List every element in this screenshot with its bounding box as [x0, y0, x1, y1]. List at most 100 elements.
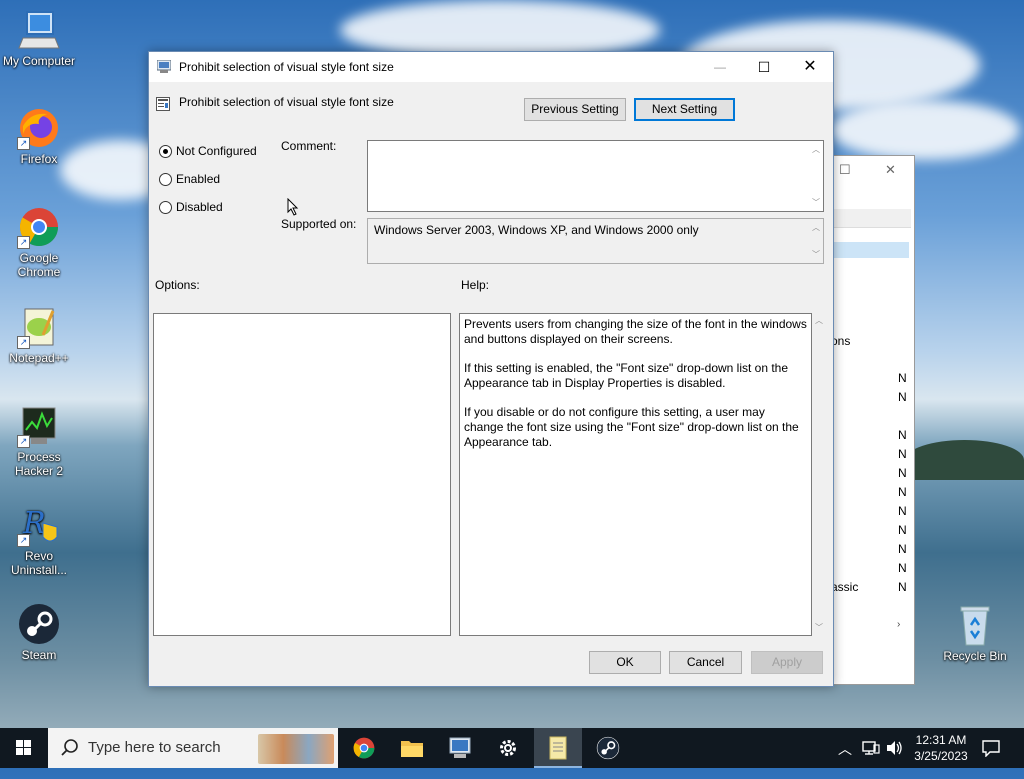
desktop-icon-google-chrome[interactable]: ↗ Google Chrome — [1, 205, 77, 279]
taskbar-app-chrome[interactable] — [340, 728, 388, 768]
help-scroll-up-icon[interactable]: ︿ — [815, 315, 823, 326]
steam-icon — [17, 602, 61, 646]
search-highlight-image — [258, 734, 334, 764]
ok-button[interactable]: OK — [589, 651, 661, 674]
taskbar-search-box[interactable]: Type here to search — [48, 728, 338, 768]
help-label: Help: — [461, 278, 490, 292]
supported-on-field: Windows Server 2003, Windows XP, and Win… — [367, 218, 824, 264]
taskbar-clock[interactable]: 12:31 AM 3/25/2023 — [908, 732, 974, 764]
file-explorer-icon — [401, 741, 423, 757]
taskbar-app-file-explorer[interactable] — [388, 728, 436, 768]
background-list-value: N — [898, 580, 907, 594]
background-window[interactable]: ☐ ✕ ons assic N N N N N N N N N N N › — [820, 155, 915, 685]
help-paragraph: Prevents users from changing the size of… — [464, 317, 807, 346]
scroll-up-icon[interactable]: ︿ — [811, 144, 821, 155]
taskbar-app-settings[interactable] — [484, 728, 532, 768]
supported-on-value: Windows Server 2003, Windows XP, and Win… — [374, 223, 699, 237]
wallpaper-island — [905, 440, 1024, 480]
desktop-icon-notepadpp[interactable]: ↗ Notepad++ — [1, 305, 77, 365]
taskbar: Type here to search ︿ 12:31 AM 3/25/2023 — [0, 728, 1024, 768]
desktop-icon-label: Revo Uninstall... — [10, 549, 68, 577]
radio-indicator — [159, 201, 172, 214]
windows-logo-icon — [16, 740, 31, 755]
desktop-icon-label: Steam — [21, 648, 57, 662]
radio-selected-indicator — [159, 145, 172, 158]
desktop-icon-process-hacker[interactable]: ↗ Process Hacker 2 — [1, 404, 77, 478]
notepadpp-icon: ↗ — [17, 305, 61, 349]
previous-setting-button[interactable]: Previous Setting — [524, 98, 626, 121]
desktop-icon-recycle-bin[interactable]: Recycle Bin — [937, 603, 1013, 663]
options-panel[interactable] — [153, 313, 451, 636]
background-list-value: N — [898, 371, 907, 385]
policy-icon — [156, 59, 172, 73]
radio-label: Disabled — [176, 200, 223, 214]
next-setting-button[interactable]: Next Setting — [634, 98, 735, 121]
start-button[interactable] — [0, 728, 48, 768]
close-icon[interactable]: ✕ — [885, 162, 896, 178]
comment-textarea[interactable]: ︿ ﹀ — [367, 140, 824, 212]
setting-icon — [156, 97, 170, 111]
shortcut-arrow-icon: ↗ — [17, 236, 30, 249]
background-list-value: N — [898, 447, 907, 461]
background-list-value: N — [898, 504, 907, 518]
shortcut-arrow-icon: ↗ — [17, 336, 30, 349]
search-placeholder: Type here to search — [88, 739, 221, 756]
scroll-down-icon[interactable]: ﹀ — [811, 197, 821, 208]
desktop-icon-my-computer[interactable]: My Computer — [1, 8, 77, 68]
chrome-icon: ↗ — [17, 205, 61, 249]
radio-label: Not Configured — [176, 144, 257, 158]
desktop-icon-revo-uninstaller[interactable]: R ↗ Revo Uninstall... — [1, 503, 77, 577]
group-policy-icon — [449, 737, 471, 758]
maximize-icon[interactable]: ☐ — [839, 162, 851, 178]
notification-center-icon[interactable] — [982, 739, 1000, 757]
background-list-value: N — [898, 428, 907, 442]
horizontal-scroll-right-icon[interactable]: › — [897, 619, 900, 630]
volume-icon[interactable] — [885, 740, 903, 756]
search-icon — [61, 739, 78, 756]
help-paragraph: If you disable or do not configure this … — [464, 405, 799, 449]
help-paragraph: If this setting is enabled, the "Font si… — [464, 361, 789, 390]
background-list-value: N — [898, 523, 907, 537]
desktop-icon-steam[interactable]: Steam — [1, 602, 77, 662]
shortcut-arrow-icon: ↗ — [17, 137, 30, 150]
help-scroll-down-icon[interactable]: ﹀ — [815, 622, 823, 633]
supported-on-label: Supported on: — [281, 217, 357, 231]
radio-indicator — [159, 173, 172, 186]
desktop-icon-label: Notepad++ — [9, 351, 69, 365]
notepad-icon — [549, 736, 567, 760]
help-panel[interactable]: Prevents users from changing the size of… — [459, 313, 812, 636]
setting-title: Prohibit selection of visual style font … — [179, 95, 394, 109]
mouse-cursor-icon — [287, 198, 299, 216]
background-window-titlebar[interactable]: ☐ ✕ — [821, 156, 914, 184]
minimize-button[interactable]: — — [697, 52, 743, 82]
tray-chevron-up-icon[interactable]: ︿ — [838, 739, 852, 779]
process-hacker-icon: ↗ — [17, 404, 61, 448]
background-list-value: N — [898, 485, 907, 499]
desktop-icon-firefox[interactable]: ↗ Firefox — [1, 106, 77, 166]
cancel-button[interactable]: Cancel — [669, 651, 742, 674]
maximize-button[interactable]: ☐ — [741, 52, 787, 82]
background-list-value: N — [898, 466, 907, 480]
chrome-icon — [353, 737, 375, 759]
taskbar-app-group-policy[interactable] — [436, 728, 484, 768]
network-icon[interactable] — [862, 740, 880, 756]
dialog-title: Prohibit selection of visual style font … — [179, 60, 394, 74]
dialog-titlebar[interactable]: Prohibit selection of visual style font … — [149, 52, 833, 82]
desktop-icon-label: Google Chrome — [17, 251, 61, 279]
apply-button[interactable]: Apply — [751, 651, 823, 674]
background-list-selection — [831, 242, 909, 258]
options-label: Options: — [155, 278, 200, 292]
scroll-up-icon[interactable]: ︿ — [811, 222, 821, 233]
shortcut-arrow-icon: ↗ — [17, 435, 30, 448]
computer-icon — [17, 8, 61, 52]
taskbar-app-steam[interactable] — [584, 728, 632, 768]
close-button[interactable]: ✕ — [787, 52, 833, 82]
taskbar-app-notepad[interactable] — [534, 728, 582, 768]
recycle-bin-icon — [953, 603, 997, 647]
scroll-down-icon[interactable]: ﹀ — [811, 249, 821, 260]
desktop-icon-label: My Computer — [2, 54, 76, 68]
revo-uninstaller-icon: R ↗ — [17, 503, 61, 547]
desktop-icon-label: Recycle Bin — [943, 649, 1007, 663]
background-list-value: N — [898, 561, 907, 575]
policy-setting-dialog[interactable]: Prohibit selection of visual style font … — [148, 51, 834, 687]
